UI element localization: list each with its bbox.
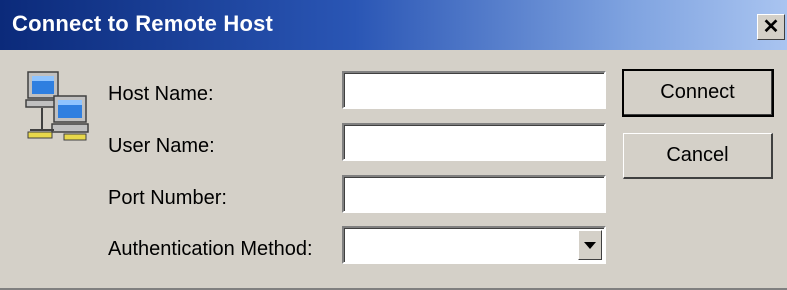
- host-name-input[interactable]: [342, 71, 606, 109]
- user-name-input[interactable]: [342, 123, 606, 161]
- connect-dialog: Connect to Remote Host ✕ Host Name: User…: [0, 0, 787, 290]
- host-name-label: Host Name:: [108, 83, 214, 105]
- title-bar[interactable]: Connect to Remote Host: [0, 0, 787, 50]
- connect-button[interactable]: Connect: [622, 69, 774, 117]
- port-number-input[interactable]: [342, 175, 606, 213]
- auth-method-select[interactable]: [342, 226, 606, 264]
- user-name-label: User Name:: [108, 135, 215, 157]
- chevron-down-icon: [584, 241, 596, 249]
- networked-computers-icon: [25, 71, 89, 141]
- auth-method-dropdown-button[interactable]: [578, 230, 602, 260]
- port-number-label: Port Number:: [108, 187, 227, 209]
- close-icon: ✕: [762, 16, 780, 38]
- cancel-button[interactable]: Cancel: [623, 133, 773, 179]
- close-button[interactable]: ✕: [757, 14, 785, 40]
- window-title: Connect to Remote Host: [12, 11, 274, 36]
- auth-method-label: Authentication Method:: [108, 238, 313, 260]
